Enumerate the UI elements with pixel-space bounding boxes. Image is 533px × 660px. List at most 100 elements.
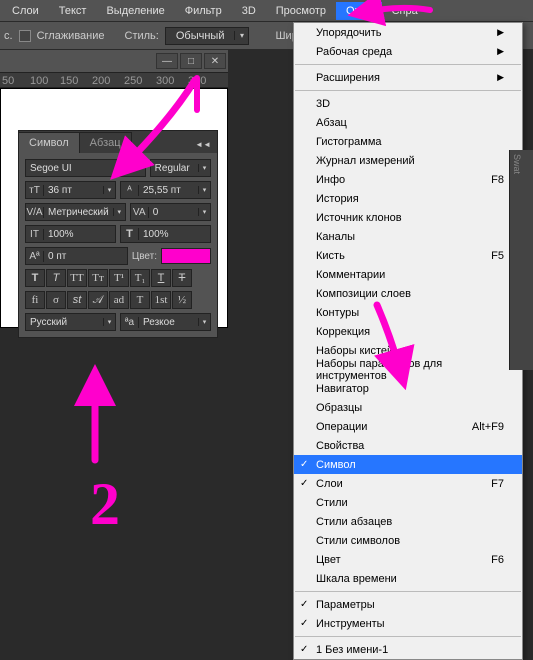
hscale-icon: T	[121, 228, 139, 240]
menu-item[interactable]: Наборы параметров для инструментов	[294, 360, 522, 379]
opentype-buttons: fi σ st 𝒜 ad T 1st ½	[25, 291, 211, 309]
window-menu-dropdown: Упорядочить▶Рабочая среда▶ Расширения▶ 3DА…	[293, 22, 523, 660]
menu-help[interactable]: Спра	[382, 2, 428, 20]
style-dropdown[interactable]: Обычный ▾	[165, 27, 250, 45]
maximize-button[interactable]: □	[180, 53, 202, 69]
ruler-tick: 200	[92, 75, 110, 87]
strikethrough-button[interactable]: T	[172, 269, 192, 287]
style-value: Обычный	[166, 29, 235, 43]
menu-item[interactable]: Расширения▶	[294, 68, 522, 87]
menu-item[interactable]: Стили символов	[294, 531, 522, 550]
side-tab[interactable]: Swat	[510, 150, 524, 178]
smallcaps-button[interactable]: Tᴛ	[88, 269, 108, 287]
menu-layers[interactable]: Слои	[2, 2, 49, 20]
menu-item[interactable]: КистьF5	[294, 246, 522, 265]
menu-item[interactable]: ОперацииAlt+F9	[294, 417, 522, 436]
menu-item[interactable]: Шкала времени	[294, 569, 522, 588]
leading-field[interactable]: ᴬ25,55 пт▾	[120, 181, 211, 199]
menu-item[interactable]: ИнфоF8	[294, 170, 522, 189]
menu-item[interactable]: Абзац	[294, 113, 522, 132]
menu-item[interactable]: Стили абзацев	[294, 512, 522, 531]
ot-sigma-button[interactable]: σ	[46, 291, 66, 309]
menubar: Слои Текст Выделение Фильтр 3D Просмотр …	[0, 0, 533, 22]
ruler-tick: 150	[60, 75, 78, 87]
menu-item[interactable]: Навигатор	[294, 379, 522, 398]
menu-item[interactable]: Стили	[294, 493, 522, 512]
ot-fractions-button[interactable]: ½	[172, 291, 192, 309]
panel-tabs: Символ Абзац ◄◄	[19, 131, 217, 153]
menu-item[interactable]: Коррекция	[294, 322, 522, 341]
menu-select[interactable]: Выделение	[96, 2, 174, 20]
font-weight-dropdown[interactable]: Regular▾	[150, 159, 211, 177]
menu-item[interactable]: Гистограмма	[294, 132, 522, 151]
ot-stylistic-button[interactable]: T	[130, 291, 150, 309]
text-color-swatch[interactable]	[161, 248, 211, 264]
menu-text[interactable]: Текст	[49, 2, 97, 20]
dropdown-arrow-icon: ▾	[234, 31, 248, 40]
smoothing-label: Сглаживание	[37, 30, 105, 42]
ot-swash-button[interactable]: st	[67, 291, 87, 309]
menu-item[interactable]: ЦветF6	[294, 550, 522, 569]
menu-item[interactable]: Упорядочить▶	[294, 23, 522, 42]
leading-icon: ᴬ	[121, 185, 139, 196]
minimize-button[interactable]: —	[156, 53, 178, 69]
menu-item[interactable]: История	[294, 189, 522, 208]
ot-script-button[interactable]: 𝒜	[88, 291, 108, 309]
style-label: Стиль:	[125, 30, 159, 42]
bold-button[interactable]: T	[25, 269, 45, 287]
vscale-field[interactable]: IT100%	[25, 225, 116, 243]
ot-fi-button[interactable]: fi	[25, 291, 45, 309]
kerning-icon: V/A	[26, 207, 44, 218]
ruler-tick: 100	[30, 75, 48, 87]
language-dropdown[interactable]: Русский▾	[25, 313, 116, 331]
menu-item[interactable]: ✓СлоиF7	[294, 474, 522, 493]
kerning-field[interactable]: V/AМетрический▾	[25, 203, 126, 221]
menu-item[interactable]: Композиции слоев	[294, 284, 522, 303]
menu-item[interactable]: ✓Инструменты	[294, 614, 522, 633]
superscript-button[interactable]: T¹	[109, 269, 129, 287]
tracking-field[interactable]: VA0▾	[130, 203, 211, 221]
allcaps-button[interactable]: TT	[67, 269, 87, 287]
menu-item[interactable]: ✓Параметры	[294, 595, 522, 614]
menu-item[interactable]: Свойства	[294, 436, 522, 455]
ruler-tick: 50	[2, 75, 14, 87]
menu-item[interactable]: 3D	[294, 94, 522, 113]
tab-paragraph[interactable]: Абзац	[80, 132, 132, 153]
annotation-number-2: 2	[90, 470, 120, 539]
font-family-dropdown[interactable]: Segoe UI▾	[25, 159, 146, 177]
antialias-dropdown[interactable]: ªaРезкое▾	[120, 313, 211, 331]
menu-item[interactable]: Комментарии	[294, 265, 522, 284]
menu-item[interactable]: Образцы	[294, 398, 522, 417]
subscript-button[interactable]: T₁	[130, 269, 150, 287]
menu-item[interactable]: Каналы	[294, 227, 522, 246]
hscale-field[interactable]: T100%	[120, 225, 211, 243]
ruler-tick: 300	[156, 75, 174, 87]
collapsed-panel[interactable]: Swat	[509, 150, 533, 370]
menu-item[interactable]: Рабочая среда▶	[294, 42, 522, 61]
ot-titling-button[interactable]: ad	[109, 291, 129, 309]
panel-collapse-icon[interactable]: ◄◄	[189, 136, 217, 153]
menu-item[interactable]: ✓1 Без имени-1	[294, 640, 522, 659]
ot-ordinals-button[interactable]: 1st	[151, 291, 171, 309]
color-label: Цвет:	[132, 251, 157, 262]
smoothing-checkbox[interactable]	[19, 30, 31, 42]
ruler-tick: 250	[124, 75, 142, 87]
menu-item[interactable]: Журнал измерений	[294, 151, 522, 170]
menu-view[interactable]: Просмотр	[266, 2, 336, 20]
ruler-tick: 350	[188, 75, 206, 87]
font-size-field[interactable]: тT36 пт▾	[25, 181, 116, 199]
menu-filter[interactable]: Фильтр	[175, 2, 232, 20]
menu-item[interactable]: Источник клонов	[294, 208, 522, 227]
underline-button[interactable]: T	[151, 269, 171, 287]
tab-character[interactable]: Символ	[19, 132, 80, 153]
baseline-field[interactable]: Aª0 пт	[25, 247, 128, 265]
menu-item[interactable]: ✓Символ	[294, 455, 522, 474]
close-button[interactable]: ✕	[204, 53, 226, 69]
tracking-icon: VA	[131, 207, 149, 218]
italic-button[interactable]: T	[46, 269, 66, 287]
font-size-icon: тT	[26, 185, 44, 196]
menu-item[interactable]: Контуры	[294, 303, 522, 322]
menu-3d[interactable]: 3D	[232, 2, 266, 20]
label-cs: с.	[4, 30, 13, 42]
menu-window[interactable]: Окно	[336, 2, 382, 20]
